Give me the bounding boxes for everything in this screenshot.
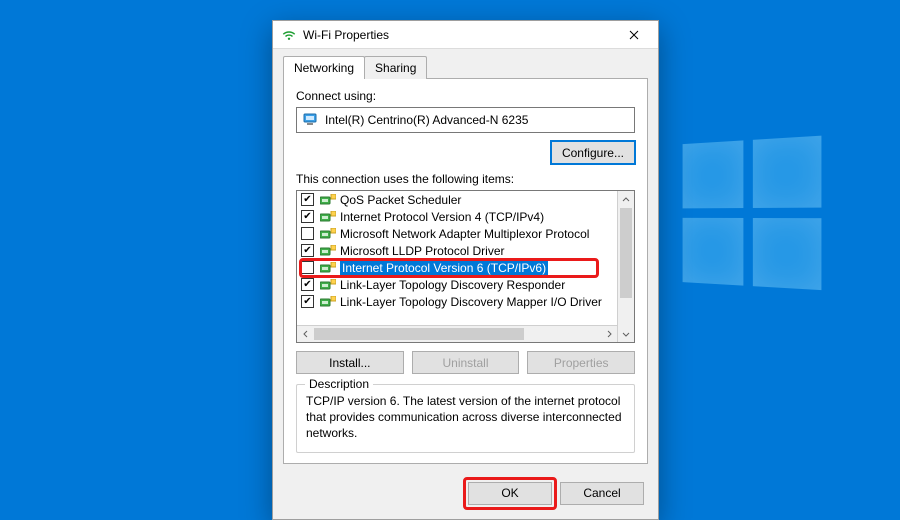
description-group: Description TCP/IP version 6. The latest… — [296, 384, 635, 453]
items-label: This connection uses the following items… — [296, 172, 635, 186]
list-item-label: QoS Packet Scheduler — [340, 193, 461, 207]
checkbox[interactable] — [301, 261, 314, 274]
component-listbox[interactable]: QoS Packet Scheduler Internet Protocol Ve… — [296, 190, 635, 343]
checkbox[interactable] — [301, 193, 314, 206]
wifi-icon — [281, 27, 297, 43]
tab-networking[interactable]: Networking — [283, 56, 365, 79]
list-item-label: Link-Layer Topology Discovery Mapper I/O… — [340, 295, 602, 309]
tab-strip: Networking Sharing — [273, 49, 658, 78]
uninstall-button: Uninstall — [412, 351, 520, 374]
list-item[interactable]: Link-Layer Topology Discovery Mapper I/O… — [297, 293, 617, 310]
component-icon — [320, 262, 336, 274]
component-icon — [320, 245, 336, 257]
list-item[interactable]: Internet Protocol Version 4 (TCP/IPv4) — [297, 208, 617, 225]
component-icon — [320, 279, 336, 291]
component-icon — [320, 228, 336, 240]
component-icon — [320, 194, 336, 206]
checkbox[interactable] — [301, 278, 314, 291]
configure-button[interactable]: Configure... — [551, 141, 635, 164]
list-item[interactable]: Internet Protocol Version 6 (TCP/IPv6) — [297, 259, 617, 276]
dialog-footer: OK Cancel — [273, 472, 658, 519]
adapter-icon — [303, 113, 319, 127]
list-item-label: Internet Protocol Version 6 (TCP/IPv6) — [340, 261, 548, 275]
install-button[interactable]: Install... — [296, 351, 404, 374]
description-text: TCP/IP version 6. The latest version of … — [306, 393, 625, 442]
adapter-box[interactable]: Intel(R) Centrino(R) Advanced-N 6235 — [296, 107, 635, 133]
description-legend: Description — [305, 377, 373, 391]
list-item-label: Microsoft LLDP Protocol Driver — [340, 244, 505, 258]
cancel-button[interactable]: Cancel — [560, 482, 644, 505]
list-item[interactable]: Microsoft Network Adapter Multiplexor Pr… — [297, 225, 617, 242]
component-icon — [320, 296, 336, 308]
checkbox[interactable] — [301, 210, 314, 223]
close-button[interactable] — [614, 21, 654, 49]
horizontal-thumb[interactable] — [314, 328, 524, 340]
checkbox[interactable] — [301, 295, 314, 308]
titlebar[interactable]: Wi-Fi Properties — [273, 21, 658, 49]
tab-body: Connect using: Intel(R) Centrino(R) Adva… — [283, 78, 648, 464]
tab-sharing[interactable]: Sharing — [364, 56, 427, 79]
wifi-properties-dialog: Wi-Fi Properties Networking Sharing Conn… — [272, 20, 659, 520]
list-item[interactable]: Microsoft LLDP Protocol Driver — [297, 242, 617, 259]
list-item-label: Link-Layer Topology Discovery Responder — [340, 278, 565, 292]
dialog-title: Wi-Fi Properties — [303, 28, 389, 42]
ok-button[interactable]: OK — [468, 482, 552, 505]
list-item[interactable]: Link-Layer Topology Discovery Responder — [297, 276, 617, 293]
component-icon — [320, 211, 336, 223]
list-item-label: Internet Protocol Version 4 (TCP/IPv4) — [340, 210, 544, 224]
windows-logo — [683, 135, 826, 294]
checkbox[interactable] — [301, 244, 314, 257]
properties-button: Properties — [527, 351, 635, 374]
scroll-right-icon[interactable] — [600, 326, 617, 342]
connect-using-label: Connect using: — [296, 89, 635, 103]
adapter-name: Intel(R) Centrino(R) Advanced-N 6235 — [325, 113, 528, 127]
list-item[interactable]: QoS Packet Scheduler — [297, 191, 617, 208]
scroll-down-icon[interactable] — [618, 325, 634, 342]
horizontal-scrollbar[interactable] — [297, 325, 617, 342]
checkbox[interactable] — [301, 227, 314, 240]
list-item-label: Microsoft Network Adapter Multiplexor Pr… — [340, 227, 589, 241]
vertical-scrollbar[interactable] — [617, 191, 634, 342]
vertical-thumb[interactable] — [620, 208, 632, 298]
scroll-left-icon[interactable] — [297, 326, 314, 342]
scroll-up-icon[interactable] — [618, 191, 634, 208]
